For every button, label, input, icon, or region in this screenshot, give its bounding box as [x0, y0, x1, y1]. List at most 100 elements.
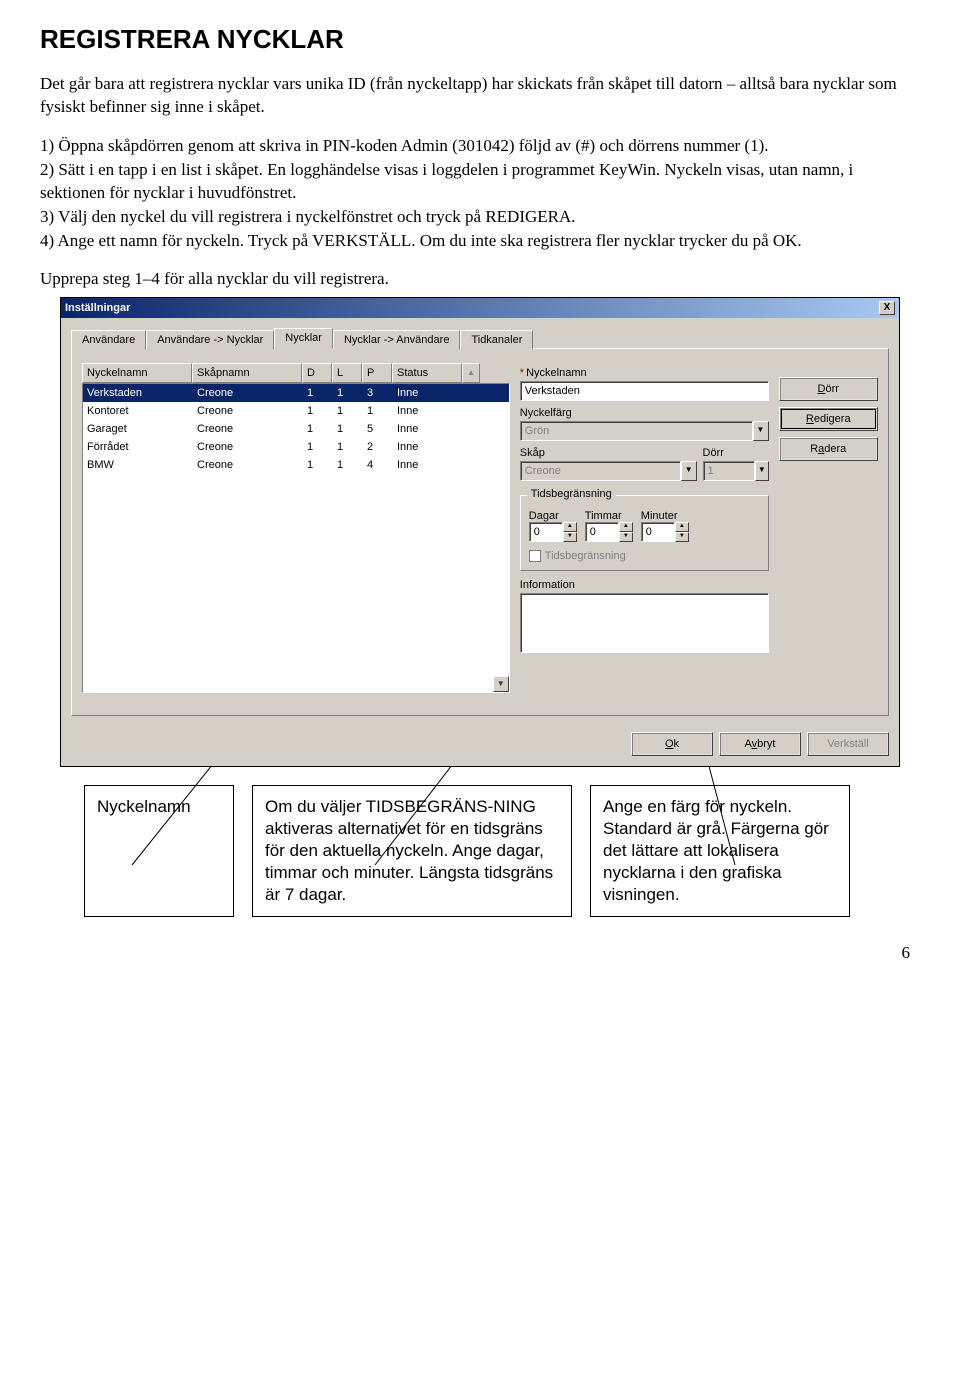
table-cell: Verkstaden [83, 384, 193, 402]
table-cell: Creone [193, 420, 303, 438]
tab-keys[interactable]: Nycklar [274, 328, 333, 349]
col-header-cabinet[interactable]: Skåpnamn [192, 363, 302, 383]
table-cell: 1 [303, 402, 333, 420]
fieldset-timelimit: Tidsbegränsning Dagar ▲▼ [520, 495, 769, 571]
table-cell: Inne [393, 438, 463, 456]
tab-keys-to-users[interactable]: Nycklar -> Användare [333, 330, 460, 349]
table-cell: 1 [303, 384, 333, 402]
table-cell: 3 [363, 384, 393, 402]
combo-keycolor[interactable]: ▼ [520, 421, 769, 441]
edit-button[interactable]: Redigera [779, 407, 878, 431]
key-form: Nyckelnamn Nyckelfärg ▼ Skåp [520, 363, 769, 693]
table-cell: Garaget [83, 420, 193, 438]
close-icon[interactable]: X [879, 301, 895, 315]
table-row[interactable]: KontoretCreone111Inne [83, 402, 509, 420]
spinner-days[interactable]: ▲▼ [529, 522, 579, 542]
input-information[interactable] [520, 593, 769, 653]
label-cabinet: Skåp [520, 447, 697, 459]
input-days[interactable] [529, 522, 563, 542]
legend-timelimit: Tidsbegränsning [527, 488, 616, 500]
col-header-p[interactable]: P [362, 363, 392, 383]
intro-paragraph: Det går bara att registrera nycklar vars… [40, 73, 920, 119]
delete-button[interactable]: Radera [779, 437, 878, 461]
checkbox-icon [529, 550, 541, 562]
col-header-l[interactable]: L [332, 363, 362, 383]
step-1: 1) Öppna skåpdörren genom att skriva in … [40, 135, 920, 158]
spinner-hours[interactable]: ▲▼ [585, 522, 635, 542]
table-row[interactable]: FörrådetCreone112Inne [83, 438, 509, 456]
table-cell: 4 [363, 456, 393, 474]
tab-users-to-keys[interactable]: Användare -> Nycklar [146, 330, 274, 349]
tab-panel-keys: Nyckelnamn Skåpnamn D L P Status Verksta… [71, 348, 889, 716]
table-cell: 1 [333, 402, 363, 420]
table-cell: Creone [193, 384, 303, 402]
table-cell: Kontoret [83, 402, 193, 420]
settings-dialog: Inställningar X Användare Användare -> N… [60, 297, 900, 767]
table-cell: 1 [303, 438, 333, 456]
steps-list: 1) Öppna skåpdörren genom att skriva in … [40, 135, 920, 253]
side-buttons: DDörrörr Redigera Radera [779, 363, 878, 693]
col-header-status[interactable]: Status [392, 363, 462, 383]
col-header-d[interactable]: D [302, 363, 332, 383]
spinner-minutes[interactable]: ▲▼ [641, 522, 691, 542]
tab-strip: Användare Användare -> Nycklar Nycklar N… [71, 328, 889, 349]
input-door [703, 461, 756, 481]
chevron-down-icon[interactable]: ▼ [681, 461, 697, 481]
table-cell: 5 [363, 420, 393, 438]
input-minutes[interactable] [641, 522, 675, 542]
table-cell: Inne [393, 420, 463, 438]
table-cell: 1 [333, 384, 363, 402]
label-keycolor: Nyckelfärg [520, 407, 769, 419]
table-cell: Inne [393, 384, 463, 402]
label-hours: Timmar [585, 510, 635, 522]
table-cell: BMW [83, 456, 193, 474]
callout-keyname: Nyckelnamn [84, 785, 234, 917]
door-button[interactable]: DDörrörr [779, 377, 878, 401]
table-cell: Inne [393, 456, 463, 474]
input-keycolor [520, 421, 753, 441]
table-cell: 1 [333, 438, 363, 456]
step-2: 2) Sätt i en tapp i en list i skåpet. En… [40, 159, 920, 205]
label-door: Dörr [703, 447, 769, 459]
label-information: Information [520, 579, 769, 591]
page-heading: REGISTRERA NYCKLAR [40, 24, 920, 55]
label-days: Dagar [529, 510, 579, 522]
key-list[interactable]: Nyckelnamn Skåpnamn D L P Status Verksta… [82, 363, 510, 693]
dialog-titlebar: Inställningar X [61, 298, 899, 318]
input-hours[interactable] [585, 522, 619, 542]
cancel-button[interactable]: Avbryt [719, 732, 801, 756]
table-cell: 1 [363, 402, 393, 420]
table-cell: 2 [363, 438, 393, 456]
table-cell: Förrådet [83, 438, 193, 456]
label-minutes: Minuter [641, 510, 691, 522]
input-keyname[interactable] [520, 381, 769, 401]
table-cell: 1 [333, 456, 363, 474]
tab-users[interactable]: Användare [71, 330, 146, 349]
table-row[interactable]: GaragetCreone115Inne [83, 420, 509, 438]
dialog-title: Inställningar [65, 298, 130, 318]
dialog-footer: Ok Avbryt Verkställ [61, 724, 899, 766]
input-cabinet [520, 461, 681, 481]
table-cell: Creone [193, 456, 303, 474]
step-4: 4) Ange ett namn för nyckeln. Tryck på V… [40, 230, 920, 253]
combo-door[interactable]: ▼ [703, 461, 769, 481]
table-cell: 1 [303, 456, 333, 474]
checkbox-timelimit[interactable]: Tidsbegränsning [529, 550, 760, 562]
combo-cabinet[interactable]: ▼ [520, 461, 697, 481]
page-number: 6 [0, 937, 960, 973]
table-row[interactable]: BMWCreone114Inne [83, 456, 509, 474]
checkbox-label: Tidsbegränsning [545, 550, 626, 562]
col-header-keyname[interactable]: Nyckelnamn [82, 363, 192, 383]
scroll-down-icon[interactable] [493, 676, 509, 692]
table-cell: Creone [193, 402, 303, 420]
apply-button[interactable]: Verkställ [807, 732, 889, 756]
table-cell: Creone [193, 438, 303, 456]
table-cell: 1 [333, 420, 363, 438]
chevron-down-icon[interactable]: ▼ [755, 461, 768, 481]
callout-color: Ange en färg för nyckeln. Standard är gr… [590, 785, 850, 917]
chevron-down-icon[interactable]: ▼ [753, 421, 769, 441]
ok-button[interactable]: Ok [631, 732, 713, 756]
tab-timechannels[interactable]: Tidkanaler [460, 330, 533, 349]
col-header-sort-icon[interactable] [462, 363, 480, 383]
table-row[interactable]: VerkstadenCreone113Inne [83, 384, 509, 402]
